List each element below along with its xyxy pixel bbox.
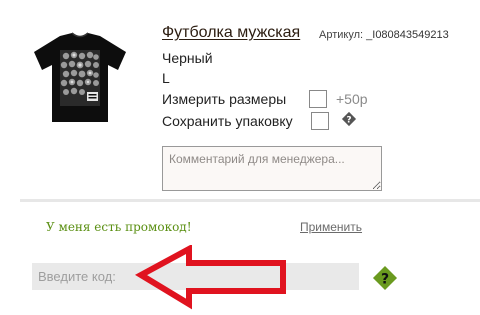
divider <box>20 199 480 202</box>
product-color: Черный <box>162 50 213 66</box>
promo-code-input[interactable] <box>32 263 359 290</box>
product-image[interactable] <box>30 30 130 128</box>
pack-label: Сохранить упаковку <box>162 113 293 129</box>
svg-text:?: ? <box>381 272 389 288</box>
measure-checkbox[interactable] <box>309 90 327 108</box>
question-diamond-icon[interactable]: ? <box>372 265 398 291</box>
measure-price: +50р <box>336 91 368 107</box>
product-title-link[interactable]: Футболка мужская <box>162 24 300 42</box>
cart-item-page: Футболка мужская Артикул: _I080843549213… <box>0 0 480 315</box>
svg-text:?: ? <box>346 116 351 126</box>
question-diamond-icon[interactable]: ? <box>341 111 357 127</box>
promo-code-toggle[interactable]: У меня есть промокод! <box>46 220 192 234</box>
apply-promo-link[interactable]: Применить <box>300 220 362 234</box>
pack-checkbox[interactable] <box>311 112 329 130</box>
sku: Артикул: _I080843549213 <box>319 29 449 41</box>
sku-label: Артикул: <box>319 29 364 41</box>
measure-label: Измерить размеры <box>162 91 287 107</box>
product-size: L <box>162 70 170 86</box>
manager-comment-field[interactable] <box>162 146 382 191</box>
sku-value: _I080843549213 <box>366 29 449 41</box>
